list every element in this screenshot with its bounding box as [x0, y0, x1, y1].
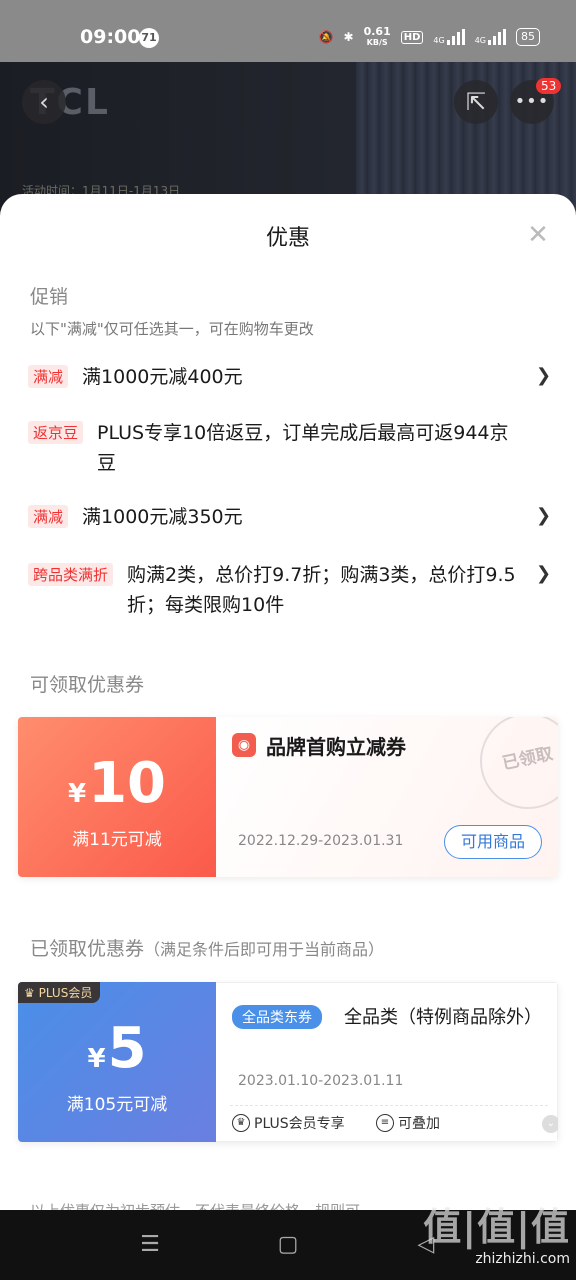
promo-tag: 返京豆	[28, 421, 84, 444]
promo-tag: 满减	[28, 365, 69, 388]
back-arrow-icon: ‹	[39, 88, 49, 116]
brand-coupon-card: ¥10 满11元可减 已领取 ◉ 品牌首购立减券 2022.12.29-2023…	[18, 717, 558, 877]
stackable-feature: ≡ 可叠加	[376, 1113, 440, 1133]
clock: 09:00	[80, 26, 141, 48]
sheet-title: 优惠	[265, 226, 310, 251]
claimed-coupons-title: 已领取优惠券（满足条件后即可用于当前商品）	[30, 938, 385, 960]
discount-sheet: 优惠 ✕ 促销 以下"满减"仅可任选其一，可在购物车更改 满减 满1000元减4…	[0, 194, 576, 1210]
message-count-badge: 53	[536, 78, 562, 94]
home-nav-icon[interactable]: ▢	[268, 1232, 308, 1257]
chevron-right-icon: ❯	[536, 563, 552, 584]
notification-count-badge: 71	[139, 28, 159, 48]
watermark: 值|值|值 zhizhizhi.com	[420, 1196, 570, 1267]
coupon-value-panel: ¥10 满11元可减	[18, 717, 216, 877]
coupon-type-tag: 全品类东券	[232, 1005, 322, 1029]
promo-item[interactable]: 跨品类满折 购满2类，总价打9.7折；购满3类，总价打9.5折；每类限购10件 …	[28, 560, 552, 620]
promo-tag: 满减	[28, 505, 69, 528]
promo-text: 满1000元减400元	[82, 366, 243, 388]
coupon-amount: ¥10	[67, 751, 167, 816]
share-icon: ⇱	[465, 88, 487, 116]
chevron-right-icon: ❯	[536, 505, 552, 526]
disclaimer-text: 以上优惠仅为初步预估，不代表最终价格，规则可	[30, 1200, 360, 1210]
promo-text: 满1000元减350元	[82, 506, 243, 528]
expand-chevron-icon[interactable]: ⌄	[542, 1115, 558, 1133]
shop-bag-icon: ◉	[232, 733, 256, 757]
bluetooth-icon: ✱	[343, 30, 354, 44]
mute-icon: 🔕	[318, 30, 334, 44]
stack-icon: ≡	[376, 1114, 394, 1132]
dashed-divider	[230, 1105, 548, 1106]
coupon-name: 全品类（特例商品除外）	[344, 1007, 542, 1028]
coupon-amount: ¥5	[87, 1016, 147, 1081]
promo-item: 返京豆 PLUS专享10倍返豆，订单完成后最高可返944京豆	[28, 418, 548, 478]
coupon-condition: 满11元可减	[72, 830, 162, 850]
plus-coupon-card: ♛ PLUS会员 ¥5 满105元可减 全品类东券 全品类（特例商品除外） 20…	[18, 982, 558, 1142]
coupon-dates: 2023.01.10-2023.01.11	[238, 1073, 404, 1089]
watermark-url: zhizhizhi.com	[475, 1251, 570, 1267]
close-button[interactable]: ✕	[524, 222, 552, 250]
promo-text: 购满2类，总价打9.7折；购满3类，总价打9.5折；每类限购10件	[127, 564, 516, 616]
plus-exclusive-feature: ♛ PLUS会员专享	[232, 1113, 345, 1133]
promo-item[interactable]: 满减 满1000元减350元 ❯	[28, 502, 552, 532]
claimed-stamp: 已领取	[471, 717, 558, 818]
claimed-coupons-subtitle: （满足条件后即可用于当前商品）	[144, 940, 385, 959]
promo-item[interactable]: 满减 满1000元减400元 ❯	[28, 362, 552, 392]
more-icon: •••	[514, 91, 550, 112]
crown-icon: ♛	[232, 1114, 250, 1132]
coupon-dates: 2022.12.29-2023.01.31	[238, 833, 404, 849]
eligible-products-button[interactable]: 可用商品	[444, 825, 542, 859]
status-icons: 🔕 ✱ 0.61 KB/S HD 4G 4G 85	[319, 26, 540, 48]
battery-icon: 85	[516, 28, 540, 46]
promo-tag: 跨品类满折	[28, 563, 114, 586]
back-button[interactable]: ‹	[22, 80, 66, 124]
network-speed: 0.61 KB/S	[363, 25, 391, 47]
coupon-info-panel: 全品类东券 全品类（特例商品除外） 2023.01.10-2023.01.11 …	[216, 982, 558, 1142]
close-icon: ✕	[527, 220, 549, 250]
hd-icon: HD	[400, 30, 424, 44]
status-bar: 09:00 71 🔕 ✱ 0.61 KB/S HD 4G 4G 85	[0, 0, 576, 62]
crown-icon: ♛	[24, 986, 35, 1000]
coupon-value-panel: ¥5 满105元可减	[18, 982, 216, 1142]
coupon-info-panel: 已领取 ◉ 品牌首购立减券 2022.12.29-2023.01.31 可用商品	[216, 717, 558, 877]
menu-nav-icon[interactable]: ☰	[130, 1232, 170, 1257]
plus-member-badge: ♛ PLUS会员	[18, 982, 101, 1003]
available-coupons-title: 可领取优惠券	[30, 674, 145, 696]
share-button[interactable]: ⇱	[454, 80, 498, 124]
coupon-condition: 满105元可减	[66, 1095, 168, 1115]
signal-icon-2: 4G	[475, 29, 506, 45]
chevron-right-icon: ❯	[536, 365, 552, 386]
promo-text: PLUS专享10倍返豆，订单完成后最高可返944京豆	[97, 422, 509, 474]
watermark-logo: 值|值|值	[423, 1205, 570, 1249]
promotions-subtitle: 以下"满减"仅可任选其一，可在购物车更改	[30, 320, 314, 338]
coupon-name: 品牌首购立减券	[266, 735, 406, 759]
signal-icon-1: 4G	[433, 29, 465, 45]
promotions-title: 促销	[30, 286, 69, 308]
